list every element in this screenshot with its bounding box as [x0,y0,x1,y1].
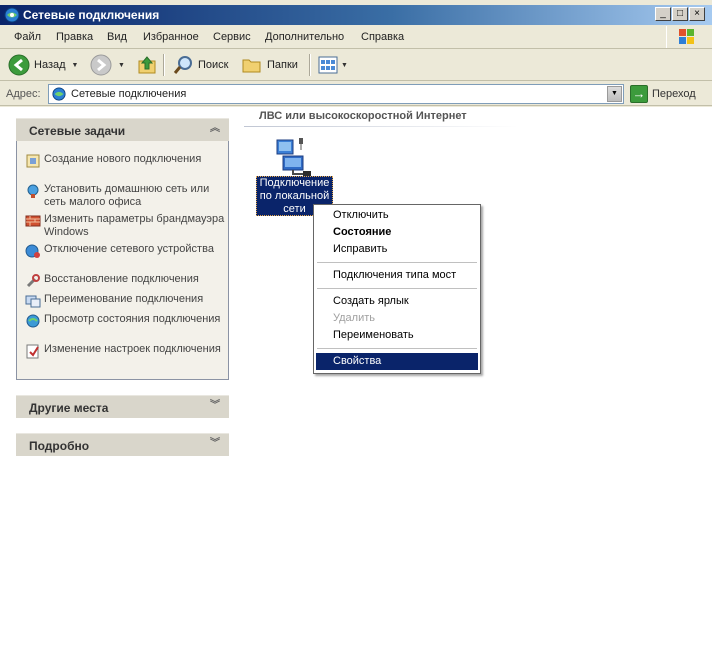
windows-logo-icon [666,26,706,48]
menu-edit[interactable]: Правка [56,31,93,43]
forward-dropdown-icon[interactable]: ▼ [118,62,125,69]
task-disable-device[interactable]: Отключение сетевого устройства [25,243,225,259]
folders-label: Папки [267,59,298,71]
toolbar-separator [309,54,311,76]
ctx-separator [317,288,477,289]
details-header[interactable]: Подробно ︾ [16,433,229,456]
go-label: Переход [652,88,696,100]
explorer-window: Сетевые подключения _ □ × Файл Правка Ви… [0,0,712,646]
ctx-separator [317,348,477,349]
task-label: Установить домашнюю сеть или сеть малого… [44,183,210,208]
search-button[interactable]: Поиск [172,53,228,77]
other-places-title: Другие места [29,401,109,415]
disable-device-icon [25,244,40,258]
firewall-icon [25,215,41,227]
back-button[interactable]: Назад ▼ [8,53,78,77]
network-connections-icon [4,7,20,23]
up-folder-button[interactable] [136,53,158,77]
new-connection-icon [26,154,40,168]
group-header: ЛВС или высокоскоростной Интернет [259,110,467,122]
menu-tools[interactable]: Сервис [213,31,251,43]
task-view-status[interactable]: Просмотр состояния подключения [25,313,225,329]
window-title: Сетевые подключения [23,8,160,22]
forward-arrow-icon [90,54,112,76]
search-label: Поиск [198,59,229,71]
go-button[interactable]: → Переход [630,84,696,104]
address-bar: Адрес: Сетевые подключения ▼ → Переход [0,82,712,106]
lan-connection-icon[interactable] [257,136,332,176]
address-label: Адрес: [6,88,41,100]
address-dropdown-icon[interactable]: ▼ [607,86,622,102]
menu-bar: Файл Правка Вид Избранное Сервис Дополни… [0,25,712,49]
repair-icon [26,274,40,288]
address-input[interactable]: Сетевые подключения ▼ [48,84,624,104]
task-pane: Сетевые задачи ︽ Создание нового подключ… [0,107,238,646]
expand-chevron-icon[interactable]: ︾ [210,400,220,412]
toolbar-separator [163,54,165,76]
menu-file[interactable]: Файл [14,31,41,43]
settings-icon [26,344,39,359]
up-folder-icon [138,56,156,74]
context-menu: Отключить Состояние Исправить Подключени… [313,204,481,374]
task-label: Создание нового подключения [44,153,202,165]
network-connections-icon [52,87,66,101]
title-bar[interactable]: Сетевые подключения _ □ × [0,5,712,25]
rename-icon [25,295,41,308]
ctx-delete: Удалить [333,312,375,324]
task-label: Просмотр состояния подключения [44,313,221,325]
views-dropdown-icon[interactable]: ▼ [341,62,348,69]
expand-chevron-icon[interactable]: ︾ [210,438,220,450]
toolbar: Назад ▼ ▼ Поиск Папки ▼ [0,50,712,81]
back-label: Назад [34,59,66,71]
status-icon [26,314,40,328]
back-arrow-icon [8,54,30,76]
other-places-header[interactable]: Другие места ︾ [16,395,229,418]
task-firewall[interactable]: Изменить параметры брандмауэра Windows [25,213,225,239]
folders-button[interactable]: Папки [241,53,298,77]
ctx-rename[interactable]: Переименовать [316,327,478,344]
ctx-separator [317,262,477,263]
minimize-button[interactable]: _ [655,7,671,21]
network-tasks-header[interactable]: Сетевые задачи ︽ [16,118,229,141]
task-label: Изменение настроек подключения [44,343,221,355]
ctx-bridge[interactable]: Подключения типа мост [316,267,478,284]
collapse-chevron-icon[interactable]: ︽ [210,123,220,135]
menu-view[interactable]: Вид [107,31,127,43]
go-arrow-icon: → [630,85,648,103]
ctx-status[interactable]: Состояние [316,224,478,241]
home-network-icon [27,184,39,198]
maximize-button[interactable]: □ [672,7,688,21]
address-value: Сетевые подключения [71,88,187,100]
menu-advanced[interactable]: Дополнительно [265,31,344,43]
ctx-disable[interactable]: Отключить [316,207,478,224]
task-repair[interactable]: Восстановление подключения [25,273,225,289]
task-new-connection[interactable]: Создание нового подключения [25,153,225,169]
back-dropdown-icon[interactable]: ▼ [72,62,79,69]
details-title: Подробно [29,439,90,453]
group-divider [244,126,518,127]
task-label: Переименование подключения [44,293,204,305]
task-change-settings[interactable]: Изменение настроек подключения [25,343,225,359]
views-button[interactable]: ▼ [317,53,348,77]
menu-favorites[interactable]: Избранное [143,31,199,43]
content-area: Сетевые задачи ︽ Создание нового подключ… [0,107,712,646]
menu-help[interactable]: Справка [361,31,404,43]
views-icon [318,56,338,74]
network-tasks-title: Сетевые задачи [29,124,126,138]
task-label: Восстановление подключения [44,273,199,285]
search-icon [173,56,192,74]
forward-button[interactable]: ▼ [90,53,125,77]
network-tasks-panel: Создание нового подключения Установить д… [16,141,229,380]
ctx-repair[interactable]: Исправить [316,241,478,258]
ctx-properties[interactable]: Свойства [316,353,478,370]
task-label: Отключение сетевого устройства [44,243,214,255]
close-button[interactable]: × [689,7,705,21]
folders-icon [242,59,261,73]
ctx-create-shortcut[interactable]: Создать ярлык [316,293,478,310]
task-home-network[interactable]: Установить домашнюю сеть или сеть малого… [25,183,225,209]
task-rename[interactable]: Переименование подключения [25,293,225,309]
task-label: Изменить параметры брандмауэра Windows [44,213,225,238]
